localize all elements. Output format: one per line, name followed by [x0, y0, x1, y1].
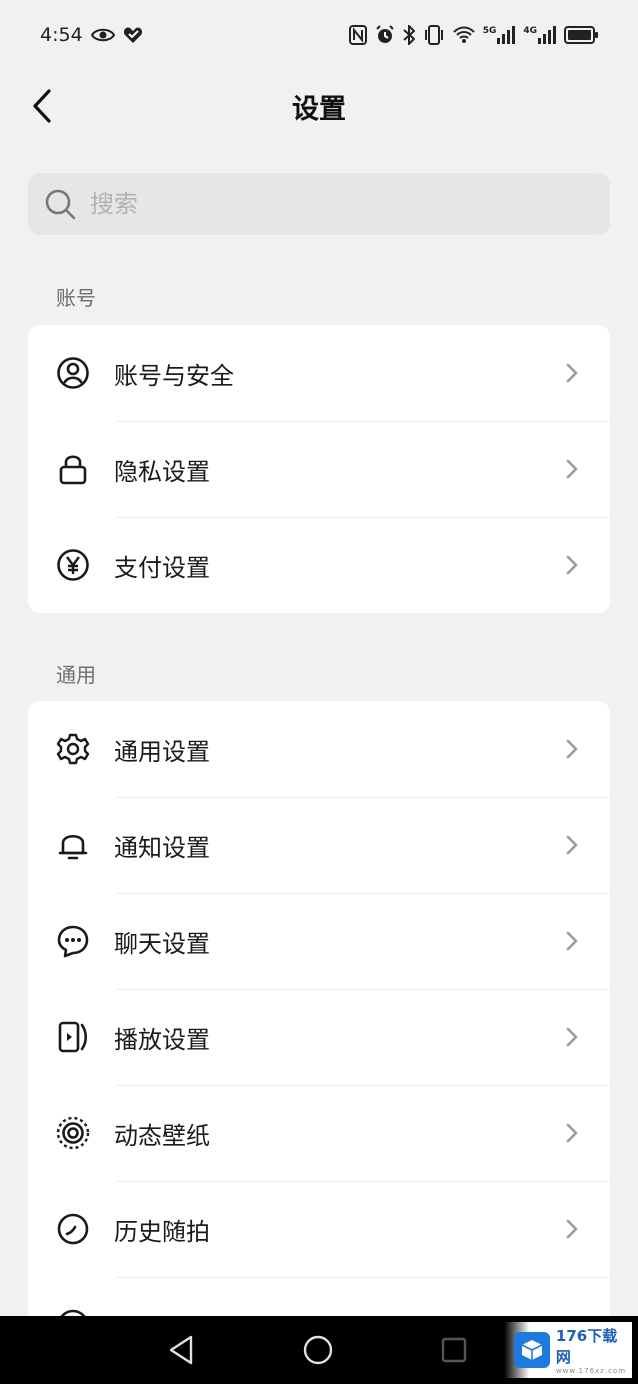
eye-icon [90, 28, 115, 42]
bluetooth-icon [403, 25, 415, 45]
settings-item-label: 通用设置 [114, 737, 210, 766]
chevron-right-icon [566, 555, 578, 575]
settings-item-account-security[interactable]: 账号与安全 [28, 325, 610, 421]
user-circle-icon [56, 356, 90, 390]
search-input[interactable] [90, 190, 550, 218]
chevron-left-icon [33, 89, 51, 123]
search-icon [45, 189, 76, 220]
bell-icon [56, 828, 90, 862]
status-left: 4:54 [40, 24, 143, 46]
status-bar: 4:54 5G 4G [0, 0, 638, 70]
watermark-logo-icon [514, 1332, 550, 1368]
back-triangle-icon [169, 1335, 193, 1365]
signal-4g-icon: 4G [523, 26, 556, 44]
settings-item-label: 账号与安全 [114, 361, 234, 390]
general-card: 通用设置 通知设置 聊天设置 播放设置 动态壁纸 历史随拍 [28, 701, 610, 1316]
page-title: 设置 [292, 93, 346, 125]
watermark: 176下载网 www.176xz.com [504, 1322, 632, 1378]
chevron-right-icon [566, 459, 578, 479]
target-ring-icon [56, 1116, 90, 1150]
chevron-right-icon [566, 1123, 578, 1143]
settings-item-label: 支付设置 [114, 553, 210, 582]
chevron-right-icon [566, 835, 578, 855]
net2-label: 4G [523, 26, 537, 36]
partial-item-icon [56, 1308, 90, 1316]
recents-square-icon [441, 1337, 467, 1363]
settings-item-partial[interactable] [28, 1277, 610, 1316]
chevron-right-icon [566, 1219, 578, 1239]
settings-item-label: 历史随拍 [114, 1217, 210, 1246]
settings-item-chat[interactable]: 聊天设置 [28, 893, 610, 989]
settings-item-history-shots[interactable]: 历史随拍 [28, 1181, 610, 1277]
watermark-title: 176下载网 [555, 1327, 618, 1366]
section-label-account: 账号 [56, 286, 96, 310]
lock-icon [56, 452, 90, 486]
settings-item-label: 隐私设置 [114, 457, 210, 486]
settings-item-privacy[interactable]: 隐私设置 [28, 421, 610, 517]
wifi-icon [452, 26, 475, 43]
settings-item-notification[interactable]: 通知设置 [28, 797, 610, 893]
settings-item-general[interactable]: 通用设置 [28, 701, 610, 797]
settings-item-label: 聊天设置 [114, 929, 210, 958]
battery-icon [564, 26, 598, 44]
nfc-icon [348, 25, 367, 45]
chevron-right-icon [566, 739, 578, 759]
account-card: 账号与安全 隐私设置 支付设置 [28, 325, 610, 613]
gear-icon [56, 732, 90, 766]
heart-check-icon [123, 27, 142, 43]
nav-home-button[interactable] [300, 1332, 336, 1368]
status-time: 4:54 [40, 24, 83, 46]
play-screen-icon [56, 1020, 90, 1054]
home-circle-icon [303, 1335, 333, 1365]
yen-circle-icon [56, 548, 90, 582]
status-right: 5G 4G [348, 25, 598, 45]
chevron-right-icon [566, 931, 578, 951]
settings-item-live-wallpaper[interactable]: 动态壁纸 [28, 1085, 610, 1181]
settings-item-label: 播放设置 [114, 1025, 210, 1054]
section-label-general: 通用 [56, 663, 96, 687]
settings-item-payment[interactable]: 支付设置 [28, 517, 610, 613]
chevron-right-icon [566, 363, 578, 383]
settings-item-label: 通知设置 [114, 833, 210, 862]
net1-label: 5G [482, 26, 497, 36]
nav-recents-button[interactable] [436, 1332, 472, 1368]
back-button[interactable] [22, 84, 62, 128]
nav-back-button[interactable] [163, 1332, 199, 1368]
settings-item-label: 动态壁纸 [114, 1121, 210, 1150]
watermark-text: 176下载网 www.176xz.com [556, 1325, 632, 1375]
clock-icon [56, 1212, 90, 1246]
chevron-right-icon [566, 1027, 578, 1047]
search-bar[interactable] [28, 173, 610, 235]
vibrate-icon [424, 25, 443, 45]
signal-5g-icon: 5G [483, 26, 516, 44]
header: 设置 [0, 70, 638, 142]
chat-bubble-icon [56, 924, 90, 958]
settings-item-playback[interactable]: 播放设置 [28, 989, 610, 1085]
alarm-icon [375, 25, 394, 43]
watermark-url: www.176xz.com [555, 1367, 627, 1375]
